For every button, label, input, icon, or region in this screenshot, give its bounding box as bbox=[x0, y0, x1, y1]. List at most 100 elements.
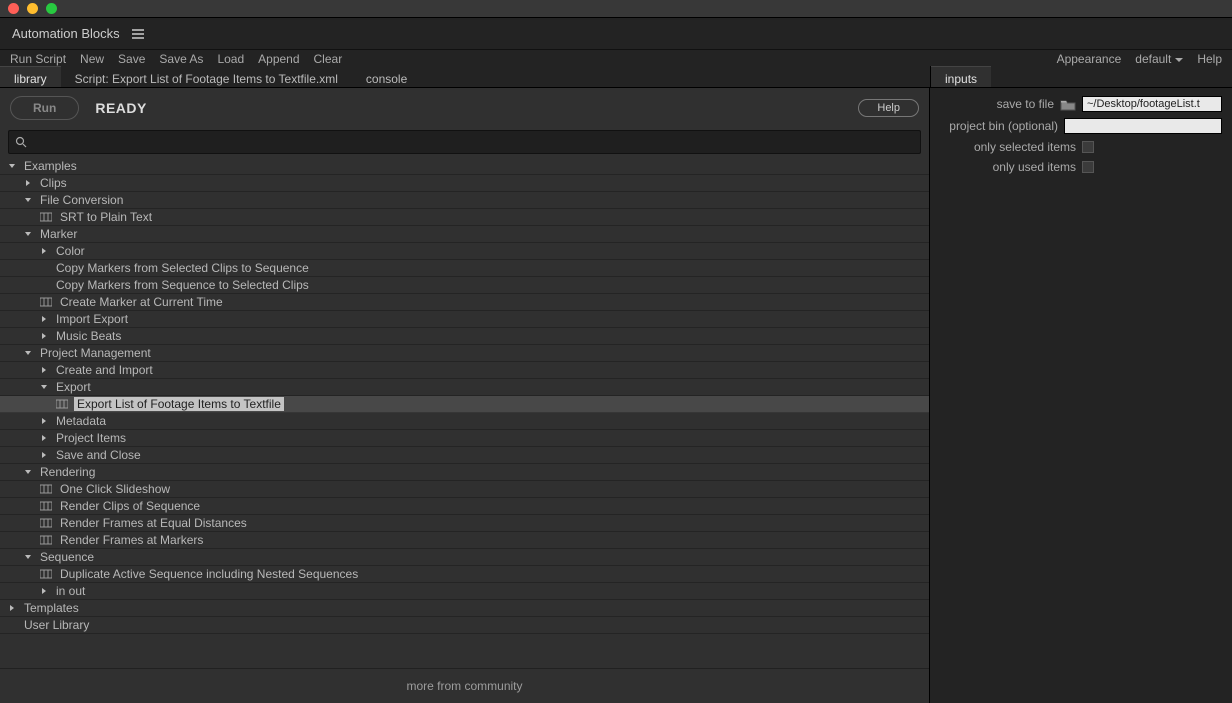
chevron-right-icon bbox=[8, 604, 18, 612]
menu-appearance[interactable]: Appearance bbox=[1057, 52, 1122, 66]
chevron-down-icon bbox=[24, 230, 34, 238]
chevron-down-icon bbox=[24, 196, 34, 204]
menu-preset-dropdown[interactable]: default bbox=[1135, 52, 1183, 66]
tree-row[interactable]: User Library bbox=[0, 617, 929, 634]
tree-row-label: Copy Markers from Sequence to Selected C… bbox=[54, 278, 311, 292]
tree-row[interactable]: in out bbox=[0, 583, 929, 600]
chevron-down-icon bbox=[24, 553, 34, 561]
project-bin-input[interactable] bbox=[1064, 118, 1222, 134]
search-field-wrap[interactable] bbox=[8, 130, 921, 154]
menu-save[interactable]: Save bbox=[118, 52, 145, 66]
tree-row[interactable]: Templates bbox=[0, 600, 929, 617]
panel-title: Automation Blocks bbox=[12, 26, 120, 41]
menu-load[interactable]: Load bbox=[217, 52, 244, 66]
help-button[interactable]: Help bbox=[858, 99, 919, 117]
tree-row[interactable]: Export List of Footage Items to Textfile bbox=[0, 396, 929, 413]
window-minimize-button[interactable] bbox=[27, 3, 38, 14]
tree-row-label: Metadata bbox=[54, 414, 108, 428]
tree-row[interactable]: Marker bbox=[0, 226, 929, 243]
more-from-community-link[interactable]: more from community bbox=[0, 668, 929, 703]
tree-row-label: Clips bbox=[38, 176, 69, 190]
script-icon bbox=[40, 535, 52, 545]
chevron-right-icon bbox=[24, 179, 34, 187]
tree-row[interactable]: File Conversion bbox=[0, 192, 929, 209]
menu-append[interactable]: Append bbox=[258, 52, 299, 66]
library-pane: Run READY Help ExamplesClips File Convers… bbox=[0, 88, 930, 703]
window-titlebar bbox=[0, 0, 1232, 18]
tree-row[interactable]: Create and Import bbox=[0, 362, 929, 379]
tree-row[interactable]: Rendering bbox=[0, 464, 929, 481]
tree-row[interactable]: One Click Slideshow bbox=[0, 481, 929, 498]
run-bar: Run READY Help bbox=[0, 88, 929, 128]
menu-clear[interactable]: Clear bbox=[314, 52, 343, 66]
folder-icon[interactable] bbox=[1060, 98, 1076, 111]
tree-row-label: Create and Import bbox=[54, 363, 155, 377]
tree-row[interactable]: Import Export bbox=[0, 311, 929, 328]
tree-row[interactable]: Clips bbox=[0, 175, 929, 192]
chevron-right-icon bbox=[40, 434, 50, 442]
menu-help[interactable]: Help bbox=[1197, 52, 1222, 66]
script-icon bbox=[40, 484, 52, 494]
tree-row-label: Project Items bbox=[54, 431, 128, 445]
tree-row[interactable]: SRT to Plain Text bbox=[0, 209, 929, 226]
window-close-button[interactable] bbox=[8, 3, 19, 14]
only-selected-label: only selected items bbox=[974, 140, 1076, 154]
script-icon bbox=[40, 518, 52, 528]
tree-row-label: Render Frames at Equal Distances bbox=[58, 516, 249, 530]
chevron-right-icon bbox=[40, 332, 50, 340]
tree-row-label: Rendering bbox=[38, 465, 97, 479]
script-icon bbox=[40, 297, 52, 307]
only-used-checkbox[interactable] bbox=[1082, 161, 1094, 173]
tree-row[interactable]: Music Beats bbox=[0, 328, 929, 345]
chevron-down-icon bbox=[40, 383, 50, 391]
tree-row[interactable]: Render Frames at Equal Distances bbox=[0, 515, 929, 532]
save-to-file-label: save to file bbox=[997, 97, 1054, 111]
tree-row[interactable]: Project Management bbox=[0, 345, 929, 362]
tree-row[interactable]: Create Marker at Current Time bbox=[0, 294, 929, 311]
tree-row[interactable]: Save and Close bbox=[0, 447, 929, 464]
window-maximize-button[interactable] bbox=[46, 3, 57, 14]
tree-row-label: Templates bbox=[22, 601, 81, 615]
save-to-file-input[interactable] bbox=[1082, 96, 1222, 112]
tree-row[interactable]: Export bbox=[0, 379, 929, 396]
tree-row[interactable]: Render Frames at Markers bbox=[0, 532, 929, 549]
tree-row-label: Create Marker at Current Time bbox=[58, 295, 225, 309]
menu-bar: Run Script New Save Save As Load Append … bbox=[0, 50, 1232, 66]
panel-header: Automation Blocks bbox=[0, 18, 1232, 50]
tree-row-label: Export List of Footage Items to Textfile bbox=[74, 397, 284, 411]
chevron-down-icon bbox=[8, 162, 18, 170]
tree-row-label: One Click Slideshow bbox=[58, 482, 172, 496]
menu-save-as[interactable]: Save As bbox=[159, 52, 203, 66]
tree-row[interactable]: Copy Markers from Sequence to Selected C… bbox=[0, 277, 929, 294]
tree-row[interactable]: Examples bbox=[0, 158, 929, 175]
tab-inputs[interactable]: inputs bbox=[931, 66, 991, 87]
only-selected-checkbox[interactable] bbox=[1082, 141, 1094, 153]
tab-console[interactable]: console bbox=[352, 66, 421, 87]
chevron-right-icon bbox=[40, 587, 50, 595]
tree-row[interactable]: Color bbox=[0, 243, 929, 260]
tree-row-label: Render Clips of Sequence bbox=[58, 499, 202, 513]
tree-row-label: in out bbox=[54, 584, 87, 598]
tree-row[interactable]: Project Items bbox=[0, 430, 929, 447]
status-text: READY bbox=[95, 100, 147, 116]
script-icon bbox=[40, 212, 52, 222]
menu-new[interactable]: New bbox=[80, 52, 104, 66]
tree-row[interactable]: Render Clips of Sequence bbox=[0, 498, 929, 515]
only-used-label: only used items bbox=[993, 160, 1076, 174]
tree-row-label: Marker bbox=[38, 227, 79, 241]
tree-row-label: User Library bbox=[22, 618, 91, 632]
chevron-right-icon bbox=[40, 366, 50, 374]
panel-menu-icon[interactable] bbox=[132, 29, 144, 39]
menu-run-script[interactable]: Run Script bbox=[10, 52, 66, 66]
chevron-down-icon bbox=[24, 349, 34, 357]
run-button[interactable]: Run bbox=[10, 96, 79, 120]
tree-row[interactable]: Metadata bbox=[0, 413, 929, 430]
tree-row[interactable]: Duplicate Active Sequence including Nest… bbox=[0, 566, 929, 583]
tree-row-label: Duplicate Active Sequence including Nest… bbox=[58, 567, 360, 581]
search-input[interactable] bbox=[27, 133, 914, 151]
tab-script[interactable]: Script: Export List of Footage Items to … bbox=[61, 66, 352, 87]
script-tree[interactable]: ExamplesClips File ConversionSRT to Plain… bbox=[0, 156, 929, 668]
tree-row[interactable]: Sequence bbox=[0, 549, 929, 566]
tab-library[interactable]: library bbox=[0, 66, 61, 87]
tree-row[interactable]: Copy Markers from Selected Clips to Sequ… bbox=[0, 260, 929, 277]
